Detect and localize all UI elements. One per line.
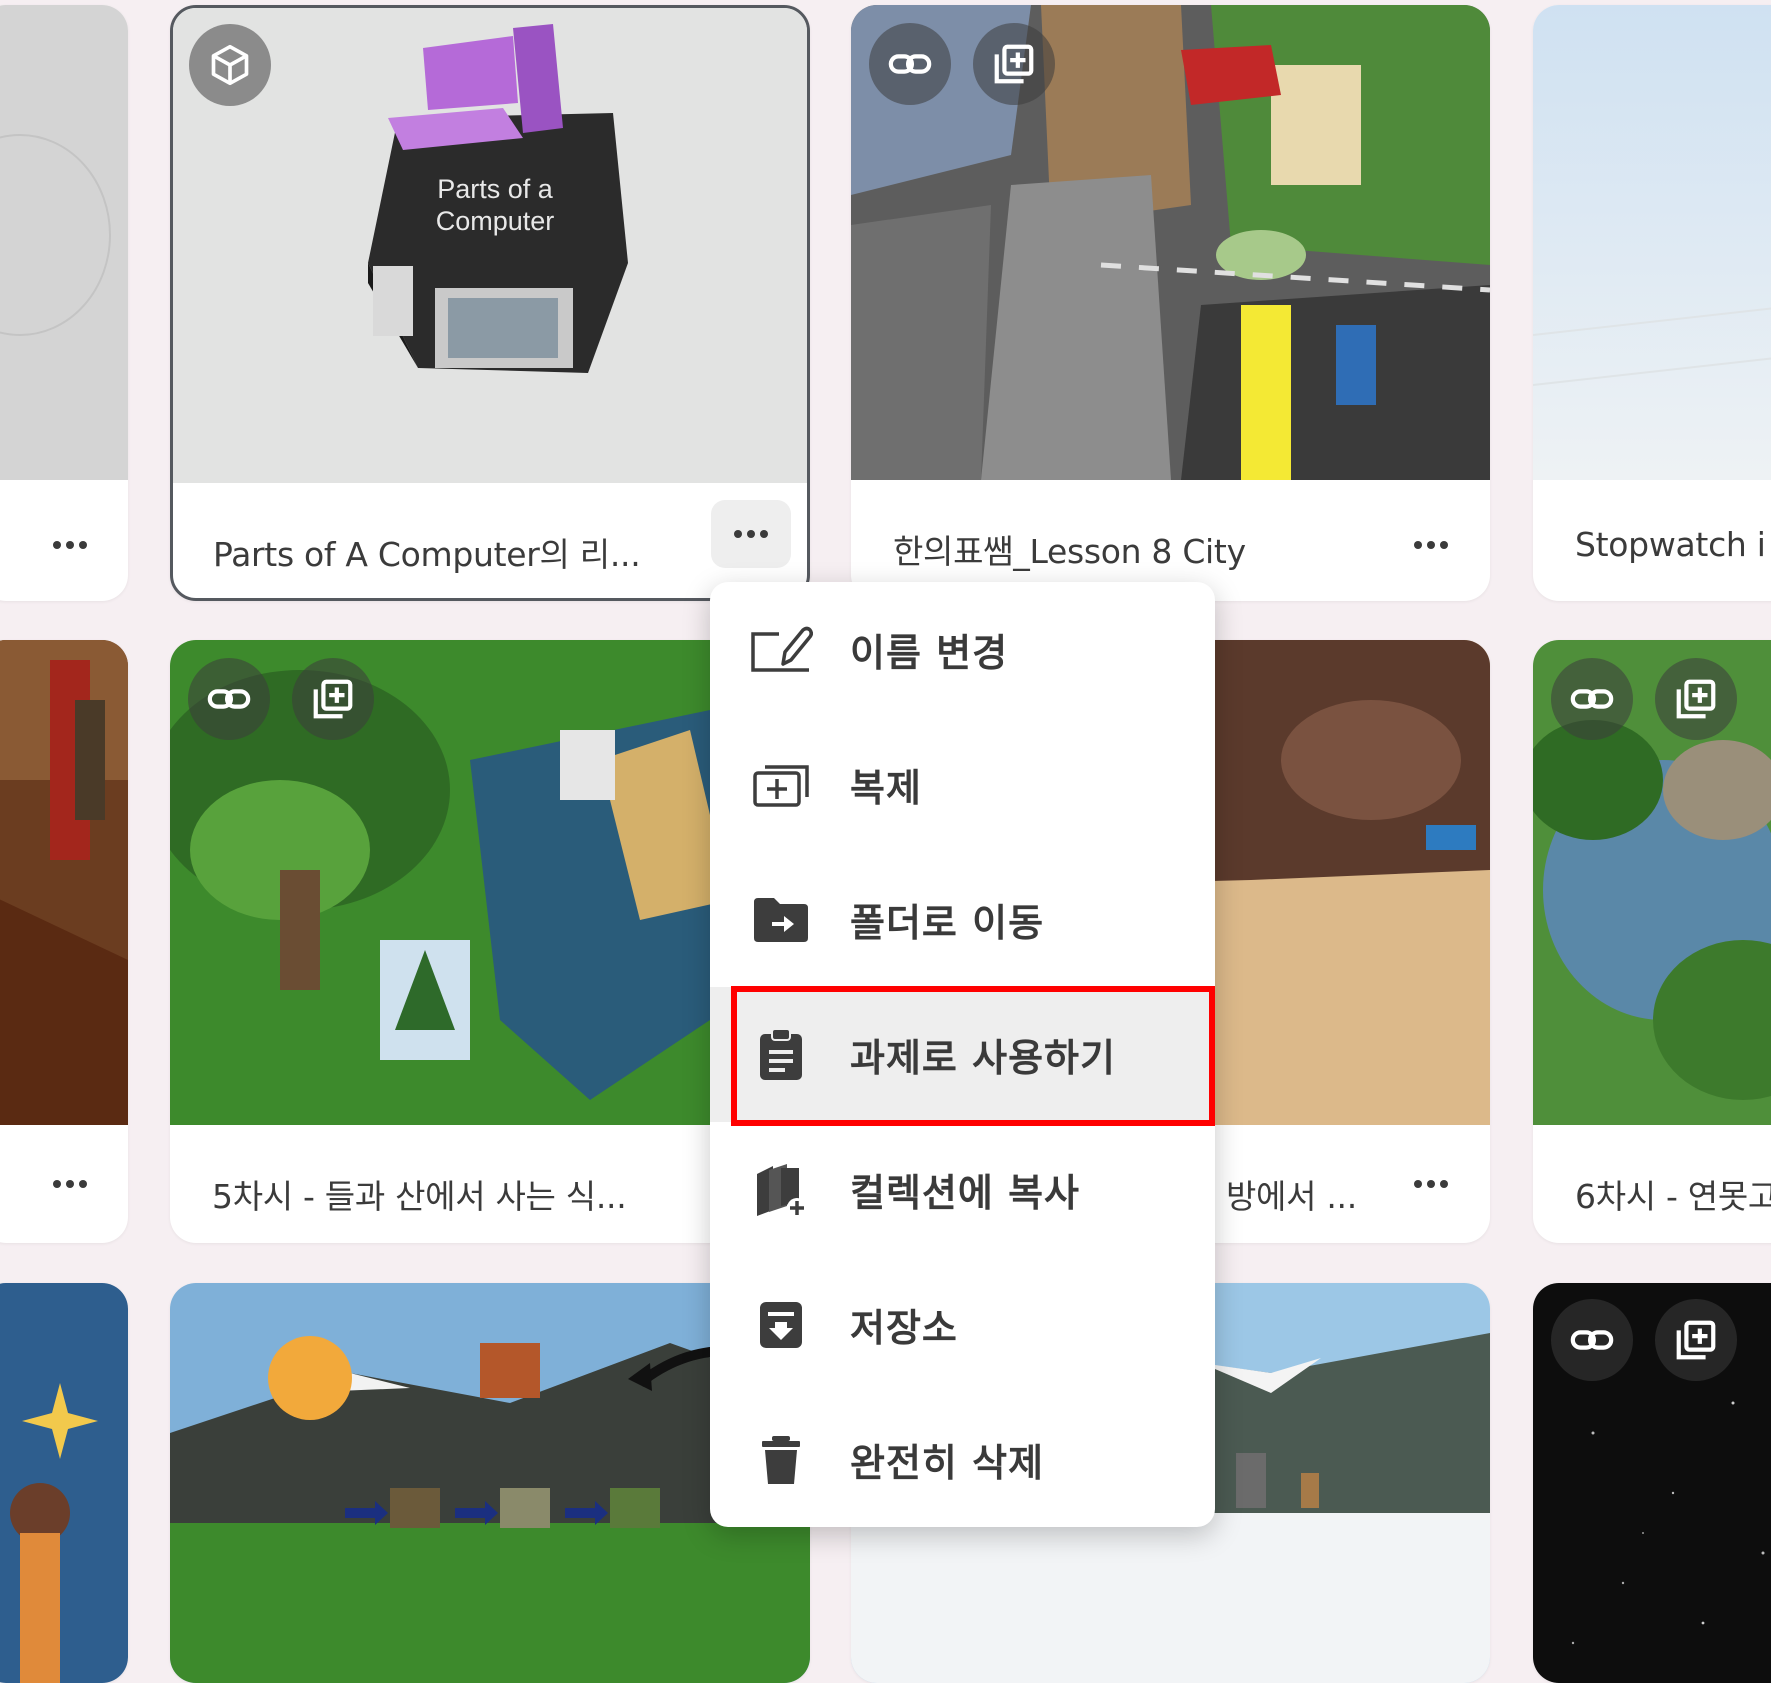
project-thumbnail[interactable]	[1533, 1283, 1771, 1683]
menu-item-duplicate[interactable]: 복제	[710, 717, 1215, 852]
menu-item-label: 컬렉션에 복사	[850, 1171, 1080, 1215]
assignment-clipboard-icon	[746, 1020, 816, 1090]
project-title[interactable]: Parts of A Computer의 리...	[213, 528, 641, 576]
project-thumbnail[interactable]	[851, 5, 1490, 480]
project-title[interactable]: 6차시 - 연못고	[1575, 1170, 1771, 1218]
project-title[interactable]: 5차시 - 들과 산에서 사는 식...	[212, 1170, 627, 1218]
project-thumbnail[interactable]	[0, 1283, 128, 1683]
menu-item-delete-permanently[interactable]: 완전히 삭제	[710, 1392, 1215, 1527]
copy-to-collection-icon	[746, 1155, 816, 1225]
cube-icon	[211, 44, 249, 86]
more-options-button[interactable]	[1391, 1150, 1471, 1218]
thumbnail-title-line2: Computer	[436, 206, 555, 236]
project-card[interactable]: 한의표쌤_Lesson 8 City	[851, 5, 1490, 601]
project-card[interactable]	[0, 1283, 128, 1683]
link-icon	[1570, 689, 1614, 709]
project-thumbnail[interactable]	[0, 640, 128, 1125]
project-card[interactable]: 6차시 - 연못고	[1533, 640, 1771, 1243]
menu-item-rename[interactable]: 이름 변경	[710, 582, 1215, 717]
thumbnail-image	[0, 5, 128, 480]
link-icon	[207, 689, 251, 709]
link-icon	[888, 54, 932, 74]
context-menu: 이름 변경 복제 폴더로 이동 과제로 사용하기 컬렉션에 복사 저장소 완전히…	[710, 582, 1215, 1527]
project-thumbnail[interactable]	[0, 5, 128, 480]
copy-link-button[interactable]	[188, 658, 270, 740]
rename-icon	[746, 615, 816, 685]
add-to-collection-button[interactable]	[1655, 658, 1737, 740]
project-card[interactable]	[1533, 1283, 1771, 1683]
copy-link-button[interactable]	[1551, 1299, 1633, 1381]
project-card[interactable]: Stopwatch i	[1533, 5, 1771, 601]
link-icon	[1570, 1330, 1614, 1350]
menu-item-label: 과제로 사용하기	[850, 1036, 1116, 1080]
project-card[interactable]	[0, 640, 128, 1243]
more-options-button-active[interactable]	[711, 500, 791, 568]
object-type-button[interactable]	[189, 24, 271, 106]
project-thumbnail[interactable]	[1533, 640, 1771, 1125]
more-options-button[interactable]	[30, 1150, 110, 1218]
more-options-button[interactable]	[30, 511, 110, 579]
project-title[interactable]: Stopwatch i	[1575, 525, 1766, 564]
project-thumbnail[interactable]: Parts of a Computer	[173, 8, 807, 483]
menu-item-label: 완전히 삭제	[850, 1441, 1045, 1485]
add-copy-icon	[1676, 1320, 1716, 1360]
project-title[interactable]: 방에서 ...	[1226, 1170, 1357, 1218]
more-options-button[interactable]	[1391, 511, 1471, 579]
trash-icon	[746, 1425, 816, 1495]
menu-item-label: 저장소	[850, 1306, 958, 1350]
menu-item-copy-to-collection[interactable]: 컬렉션에 복사	[710, 1122, 1215, 1257]
menu-item-label: 복제	[850, 766, 922, 810]
menu-item-use-as-assignment[interactable]: 과제로 사용하기	[710, 987, 1215, 1122]
project-card-selected[interactable]: Parts of a Computer Parts of A Computer의…	[170, 5, 810, 601]
copy-link-button[interactable]	[1551, 658, 1633, 740]
archive-icon	[746, 1290, 816, 1360]
add-copy-icon	[313, 679, 353, 719]
menu-item-archive[interactable]: 저장소	[710, 1257, 1215, 1392]
add-copy-icon	[994, 44, 1034, 84]
menu-item-label: 이름 변경	[850, 631, 1009, 675]
duplicate-icon	[746, 750, 816, 820]
project-title[interactable]: 한의표쌤_Lesson 8 City	[893, 525, 1246, 573]
add-copy-icon	[1676, 679, 1716, 719]
copy-link-button[interactable]	[869, 23, 951, 105]
add-to-collection-button[interactable]	[292, 658, 374, 740]
thumbnail-image	[0, 640, 128, 1125]
add-to-collection-button[interactable]	[973, 23, 1055, 105]
add-to-collection-button[interactable]	[1655, 1299, 1737, 1381]
menu-item-label: 폴더로 이동	[850, 901, 1045, 945]
thumbnail-image	[1533, 5, 1771, 480]
menu-item-move-to-folder[interactable]: 폴더로 이동	[710, 852, 1215, 987]
thumbnail-title-line1: Parts of a	[437, 174, 554, 204]
thumbnail-image	[0, 1283, 128, 1683]
project-thumbnail[interactable]	[1533, 5, 1771, 480]
move-folder-icon	[746, 885, 816, 955]
project-card[interactable]	[0, 5, 128, 601]
